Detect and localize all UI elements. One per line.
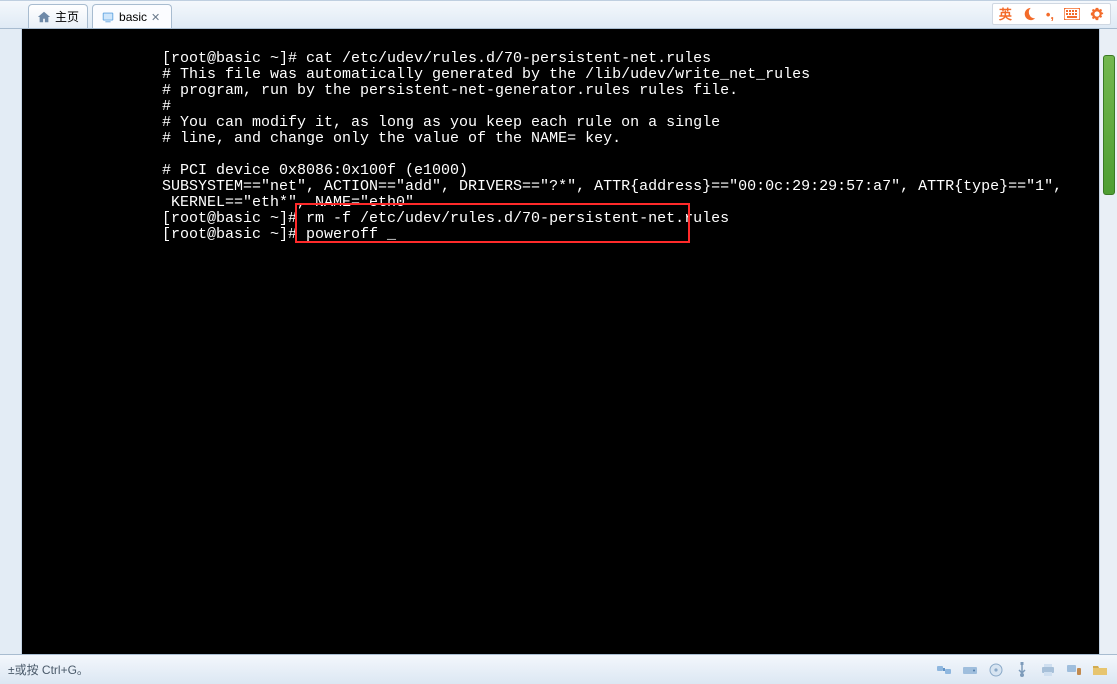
vm-icon [101, 10, 115, 24]
tray [935, 661, 1109, 679]
punct-button[interactable]: •, [1046, 8, 1054, 21]
printer-icon[interactable] [1039, 661, 1057, 679]
left-gutter [0, 29, 22, 654]
network-icon[interactable] [935, 661, 953, 679]
usb-icon[interactable] [1013, 661, 1031, 679]
status-bar: ±或按 Ctrl+G。 [0, 654, 1117, 684]
close-icon[interactable]: ✕ [151, 11, 163, 23]
top-right-toolbar: 英 •, [992, 3, 1111, 25]
folder-icon[interactable] [1091, 661, 1109, 679]
tab-label: 主页 [55, 8, 79, 25]
disc-icon[interactable] [987, 661, 1005, 679]
scrollbar-track[interactable] [1099, 29, 1117, 654]
lang-button[interactable]: 英 [999, 8, 1012, 21]
tab-label: basic [119, 10, 147, 24]
moon-icon[interactable] [1022, 7, 1036, 21]
tab-basic[interactable]: basic ✕ [92, 4, 172, 28]
terminal-area[interactable]: [root@basic ~]# cat /etc/udev/rules.d/70… [22, 29, 1117, 654]
terminal-output: [root@basic ~]# cat /etc/udev/rules.d/70… [22, 29, 1117, 654]
tab-home[interactable]: 主页 [28, 4, 88, 28]
home-icon [37, 10, 51, 24]
drive-icon[interactable] [961, 661, 979, 679]
tab-bar: 主页 basic ✕ [0, 0, 1117, 29]
devices-icon[interactable] [1065, 661, 1083, 679]
keyboard-icon[interactable] [1064, 8, 1080, 20]
status-text: ±或按 Ctrl+G。 [8, 661, 89, 678]
scrollbar-thumb[interactable] [1103, 55, 1115, 195]
gear-icon[interactable] [1090, 7, 1104, 21]
